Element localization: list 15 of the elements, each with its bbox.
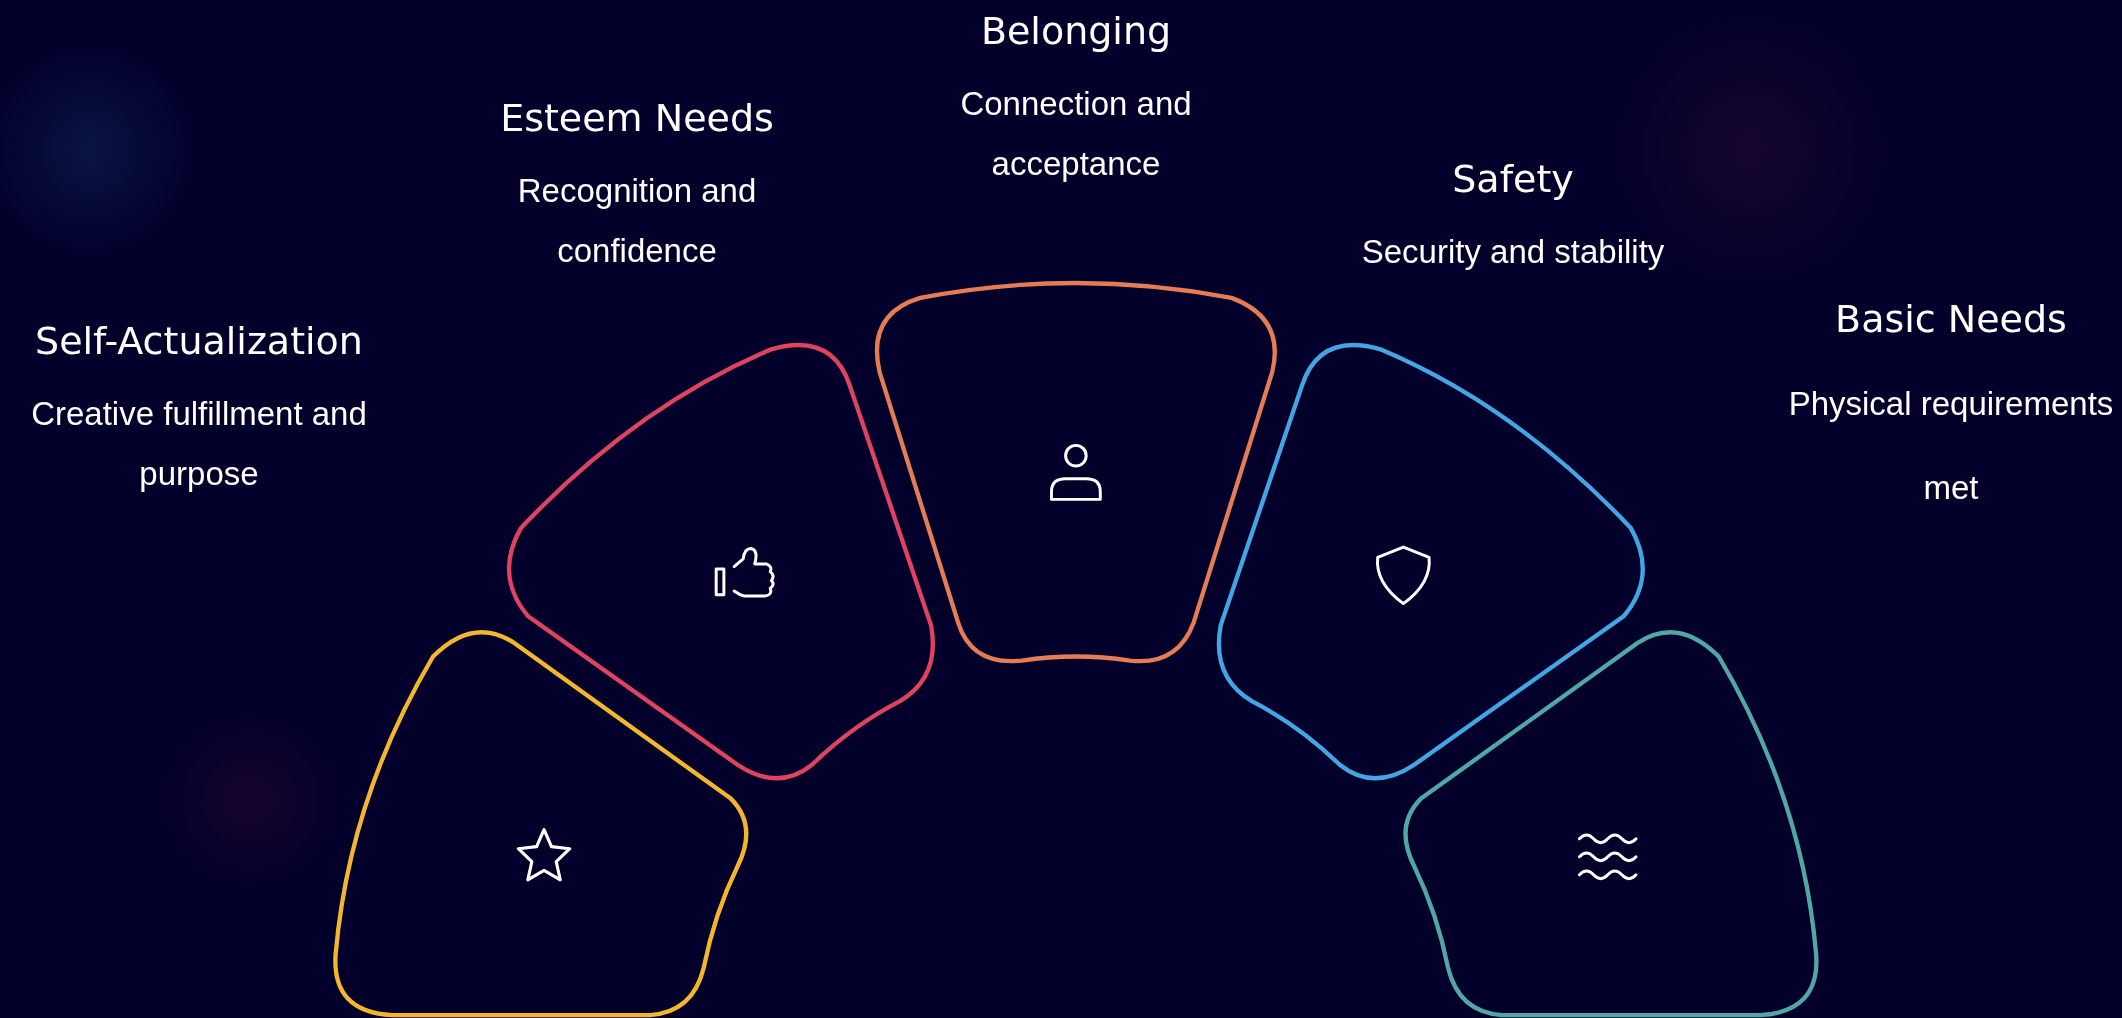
star-icon xyxy=(516,828,572,882)
level-title: Safety xyxy=(1452,156,1574,203)
person-icon xyxy=(1050,443,1102,501)
level-description: Security and stability xyxy=(1360,232,1666,272)
level-title: Esteem Needs xyxy=(500,95,774,142)
shield-icon xyxy=(1376,545,1431,606)
level-description: Creative fulfillment and purpose xyxy=(30,394,368,494)
level-description: Physical requirements met xyxy=(1787,384,2115,508)
level-title: Belonging xyxy=(980,8,1172,55)
level-description: Connection and acceptance xyxy=(959,84,1193,184)
level-title: Basic Needs xyxy=(1835,296,2067,343)
level-title: Self-Actualization xyxy=(35,318,363,365)
level-description: Recognition and confidence xyxy=(516,171,758,271)
thumbs-up-icon xyxy=(714,547,775,598)
waves-icon xyxy=(1578,833,1638,881)
